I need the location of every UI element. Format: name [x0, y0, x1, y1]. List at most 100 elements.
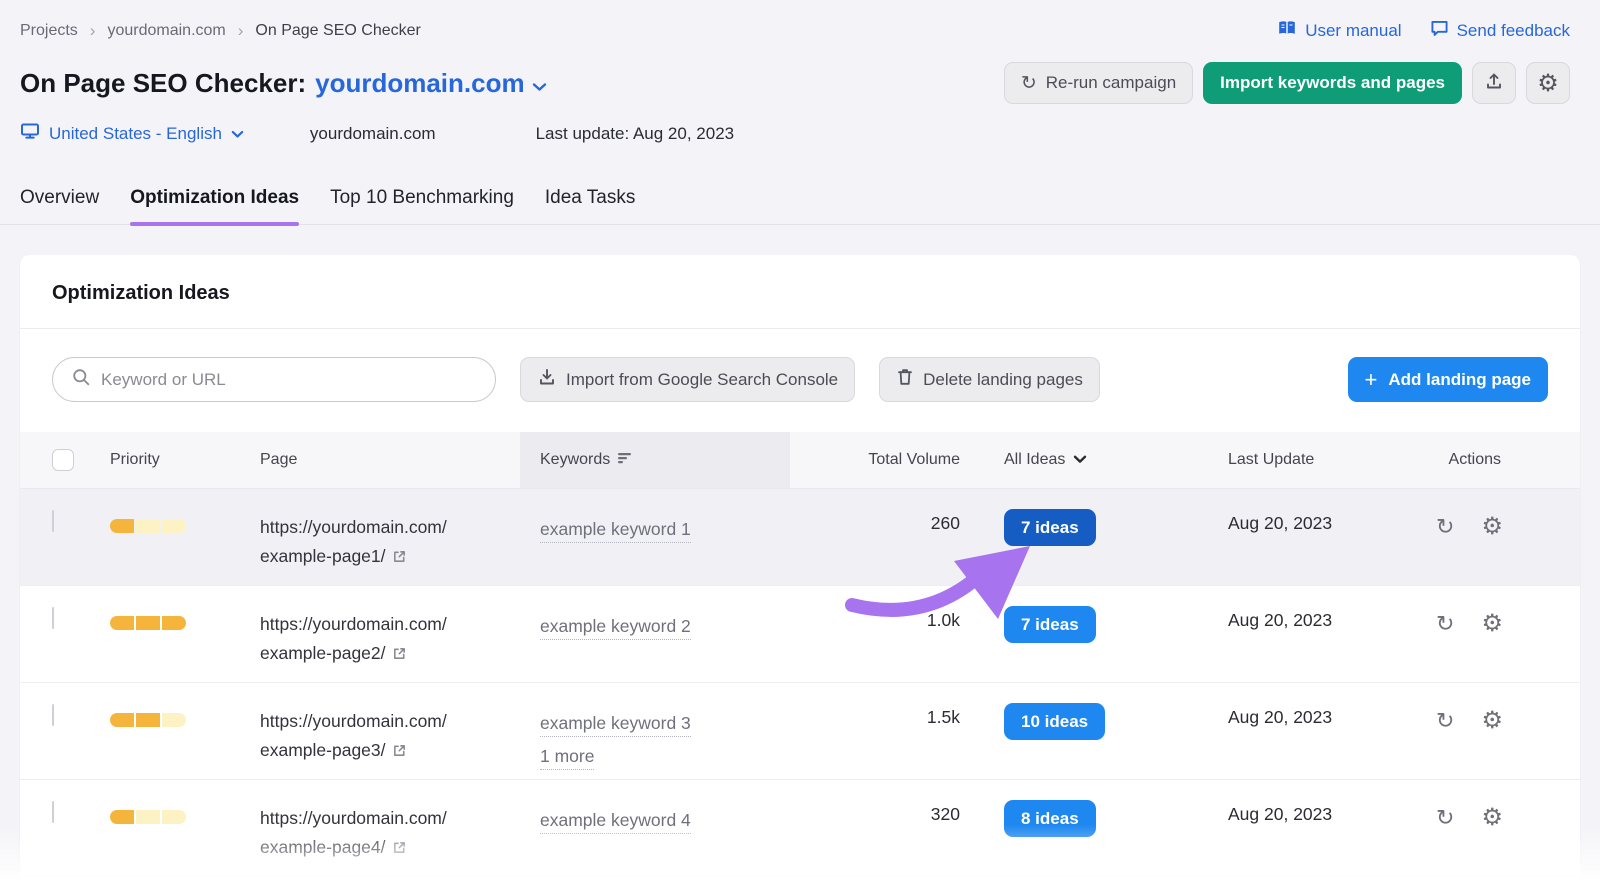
meta-last-update: Last update: Aug 20, 2023 [535, 123, 735, 143]
row-gear-icon[interactable]: ⚙ [1481, 806, 1503, 830]
tab-idea-tasks[interactable]: Idea Tasks [545, 187, 635, 224]
page-title-prefix: On Page SEO Checker: [20, 67, 307, 98]
import-keywords-label: Import keywords and pages [1220, 73, 1445, 92]
row-refresh-icon[interactable]: ↻ [1436, 516, 1454, 538]
ideas-button[interactable]: 8 ideas [1004, 800, 1096, 837]
send-feedback-link[interactable]: Send feedback [1430, 20, 1570, 42]
row-checkbox[interactable] [52, 510, 54, 532]
tab-overview[interactable]: Overview [20, 187, 99, 224]
row-gear-icon[interactable]: ⚙ [1481, 612, 1503, 636]
keyword-more-link[interactable]: 1 more [540, 745, 595, 770]
rerun-campaign-label: Re-run campaign [1045, 73, 1177, 92]
last-update-value: Aug 20, 2023 [1228, 707, 1333, 727]
search-input-wrapper [52, 357, 496, 402]
column-last-update: Last Update [1228, 451, 1315, 468]
book-icon [1277, 20, 1297, 42]
row-refresh-icon[interactable]: ↻ [1436, 710, 1454, 732]
table-row: https://yourdomain.com/ example-page2/ e… [20, 586, 1580, 683]
select-all-checkbox[interactable] [52, 449, 74, 471]
page-url: https://yourdomain.com/ example-page3/ [240, 683, 520, 767]
table-row: https://yourdomain.com/ example-page3/ e… [20, 683, 1580, 780]
row-gear-icon[interactable]: ⚙ [1481, 515, 1503, 539]
priority-bar [110, 519, 240, 533]
optimization-ideas-panel: Optimization Ideas Import from Google Se… [20, 255, 1580, 879]
total-volume-value: 1.0k [926, 610, 960, 630]
chevron-down-icon [231, 124, 244, 144]
chevron-down-icon [1073, 451, 1087, 469]
ideas-button[interactable]: 10 ideas [1004, 703, 1106, 740]
ideas-button[interactable]: 7 ideas [1004, 606, 1096, 643]
keyword-link[interactable]: example keyword 2 [540, 615, 691, 640]
search-icon [71, 367, 91, 392]
breadcrumb-projects[interactable]: Projects [20, 22, 78, 40]
table-row: https://yourdomain.com/ example-page4/ e… [20, 780, 1580, 877]
export-icon [1484, 71, 1504, 96]
chevron-down-icon [532, 68, 547, 99]
rerun-campaign-button[interactable]: ↻ Re-run campaign [1003, 62, 1194, 104]
meta-domain: yourdomain.com [309, 123, 436, 143]
panel-title: Optimization Ideas [20, 255, 1580, 329]
row-checkbox[interactable] [52, 607, 54, 629]
campaign-domain-selector[interactable]: yourdomain.com [315, 68, 546, 99]
delete-landing-pages-label: Delete landing pages [923, 369, 1083, 389]
column-total-volume: Total Volume [868, 451, 960, 468]
chevron-right-icon: › [237, 21, 244, 40]
page-title: On Page SEO Checker: yourdomain.com [20, 68, 547, 99]
settings-button[interactable]: ⚙ [1526, 62, 1570, 104]
tab-optimization-ideas[interactable]: Optimization Ideas [130, 187, 299, 226]
row-gear-icon[interactable]: ⚙ [1481, 709, 1503, 733]
column-priority: Priority [110, 451, 160, 468]
external-link-icon[interactable] [392, 835, 407, 864]
delete-landing-pages-button[interactable]: Delete landing pages [879, 357, 1100, 402]
row-checkbox[interactable] [52, 704, 54, 726]
table-row: https://yourdomain.com/ example-page1/ e… [20, 489, 1580, 586]
external-link-icon[interactable] [392, 738, 407, 767]
breadcrumb-current: On Page SEO Checker [255, 22, 421, 39]
external-link-icon[interactable] [392, 641, 407, 670]
tab-bar: Overview Optimization Ideas Top 10 Bench… [0, 187, 1600, 226]
plus-icon: + [1364, 366, 1378, 392]
tab-top10-benchmarking[interactable]: Top 10 Benchmarking [330, 187, 514, 224]
refresh-icon: ↻ [1020, 72, 1037, 94]
last-update-value: Aug 20, 2023 [1228, 610, 1333, 630]
download-icon [537, 367, 557, 392]
total-volume-value: 1.5k [926, 707, 960, 727]
column-page: Page [260, 451, 298, 468]
column-keywords[interactable]: Keywords [520, 432, 790, 488]
trash-icon [896, 367, 914, 392]
keyword-link[interactable]: example keyword 1 [540, 518, 691, 543]
import-gsc-button[interactable]: Import from Google Search Console [520, 357, 856, 402]
total-volume-value: 320 [930, 804, 960, 824]
feedback-bubble-icon [1430, 20, 1449, 42]
ideas-button[interactable]: 7 ideas [1004, 509, 1096, 546]
last-update-value: Aug 20, 2023 [1228, 804, 1333, 824]
search-input[interactable] [101, 369, 479, 390]
monitor-icon [20, 122, 40, 145]
locale-label: United States - English [49, 123, 222, 143]
locale-selector[interactable]: United States - English [20, 122, 244, 145]
sort-icon [618, 451, 633, 469]
user-manual-link[interactable]: User manual [1277, 20, 1402, 42]
page-url: https://yourdomain.com/ example-page4/ [240, 780, 520, 864]
send-feedback-label: Send feedback [1456, 21, 1570, 40]
gear-icon: ⚙ [1537, 69, 1559, 97]
keyword-link[interactable]: example keyword 4 [540, 809, 691, 834]
last-update-value: Aug 20, 2023 [1228, 513, 1333, 533]
total-volume-value: 260 [930, 513, 960, 533]
column-all-ideas-label: All Ideas [1004, 451, 1066, 468]
add-landing-page-button[interactable]: + Add landing page [1347, 357, 1548, 402]
page-url: https://yourdomain.com/ example-page2/ [240, 586, 520, 670]
keyword-link[interactable]: example keyword 3 [540, 712, 691, 737]
external-link-icon[interactable] [392, 544, 407, 573]
column-actions: Actions [1448, 451, 1501, 468]
add-landing-page-label: Add landing page [1388, 369, 1531, 389]
user-manual-label: User manual [1305, 21, 1402, 40]
export-button[interactable] [1472, 62, 1516, 104]
row-refresh-icon[interactable]: ↻ [1436, 807, 1454, 829]
row-checkbox[interactable] [52, 801, 54, 823]
import-keywords-button[interactable]: Import keywords and pages [1203, 62, 1462, 104]
column-all-ideas[interactable]: All Ideas [970, 451, 1210, 469]
priority-bar [110, 713, 240, 727]
row-refresh-icon[interactable]: ↻ [1436, 613, 1454, 635]
breadcrumb-domain[interactable]: yourdomain.com [107, 22, 225, 40]
